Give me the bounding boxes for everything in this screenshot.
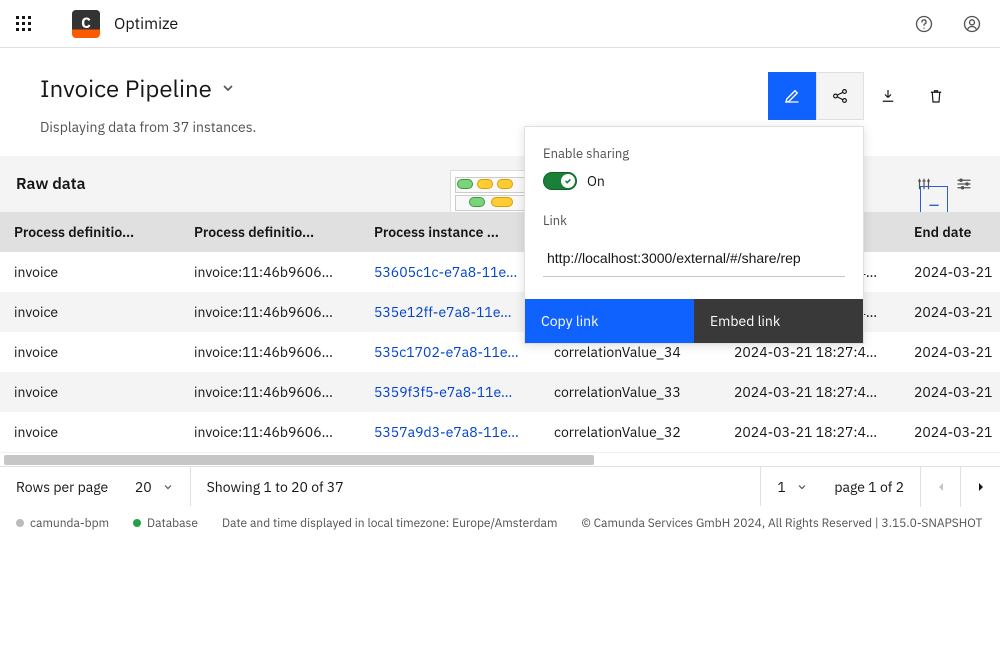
copy-link-button[interactable]: Copy link xyxy=(525,299,694,343)
rows-per-page-label: Rows per page xyxy=(16,478,108,496)
column-header[interactable]: End date xyxy=(900,212,1000,252)
column-header[interactable]: Process definitio… xyxy=(180,212,360,252)
table-cell: invoice xyxy=(0,252,180,292)
user-icon[interactable] xyxy=(952,4,992,44)
apps-grid-icon[interactable] xyxy=(8,8,40,40)
table-cell[interactable]: 535c1702-e7a8-11e… xyxy=(360,332,540,372)
table-cell: invoice xyxy=(0,372,180,412)
table-cell: 2024-03-21 xyxy=(900,412,1000,452)
table-cell: 2024-03-21 18:27:4… xyxy=(720,372,900,412)
horizontal-scrollbar[interactable] xyxy=(0,452,1000,466)
topbar: C Optimize xyxy=(0,0,1000,48)
column-header[interactable]: Process definitio… xyxy=(0,212,180,252)
prev-page-button[interactable] xyxy=(920,467,960,507)
range-text: Showing 1 to 20 of 37 xyxy=(207,478,344,496)
table-cell: invoice:11:46b9606… xyxy=(180,292,360,332)
footer: camunda-bpm Database Date and time displ… xyxy=(0,506,1000,540)
table-cell[interactable]: 5357a9d3-e7a8-11e… xyxy=(360,412,540,452)
table-cell: invoice:11:46b9606… xyxy=(180,332,360,372)
page-of-text: page 1 of 2 xyxy=(834,478,904,496)
edit-button[interactable] xyxy=(768,72,816,120)
chevron-down-icon[interactable] xyxy=(796,481,808,493)
copyright-text: © Camunda Services GmbH 2024, All Rights… xyxy=(581,516,982,531)
title-chevron-icon[interactable] xyxy=(220,80,236,96)
table-cell: 2024-03-21 xyxy=(900,292,1000,332)
toggle-state-label: On xyxy=(587,172,605,190)
timezone-text: Date and time displayed in local timezon… xyxy=(222,516,558,531)
table-cell: 2024-03-21 xyxy=(900,332,1000,372)
section-title: Raw data xyxy=(16,174,86,194)
table-cell: invoice xyxy=(0,412,180,452)
share-popover: Enable sharing On Link Copy link Embed l… xyxy=(524,126,864,344)
table-row: invoiceinvoice:11:46b9606…5357a9d3-e7a8-… xyxy=(0,412,1000,452)
table-cell[interactable]: 535e12ff-e7a8-11e… xyxy=(360,292,540,332)
table-cell: 2024-03-21 xyxy=(900,372,1000,412)
table-cell: invoice:11:46b9606… xyxy=(180,412,360,452)
table-cell: 2024-03-21 xyxy=(900,252,1000,292)
table-cell: invoice:11:46b9606… xyxy=(180,252,360,292)
pagination-bar: Rows per page 20 Showing 1 to 20 of 37 1… xyxy=(0,466,1000,506)
table-cell: 2024-03-21 18:27:4… xyxy=(720,412,900,452)
table-cell: correlationValue_33 xyxy=(540,372,720,412)
help-icon[interactable] xyxy=(904,4,944,44)
action-bar xyxy=(768,72,960,120)
table-cell: invoice xyxy=(0,332,180,372)
app-logo: C xyxy=(72,10,100,38)
chevron-down-icon[interactable] xyxy=(162,481,174,493)
sharing-toggle[interactable] xyxy=(543,172,577,190)
embed-link-button[interactable]: Embed link xyxy=(694,299,863,343)
table-cell: correlationValue_32 xyxy=(540,412,720,452)
download-button[interactable] xyxy=(864,72,912,120)
next-page-button[interactable] xyxy=(960,467,1000,507)
delete-button[interactable] xyxy=(912,72,960,120)
table-cell: invoice:11:46b9606… xyxy=(180,372,360,412)
app-name: Optimize xyxy=(114,14,178,34)
column-header[interactable]: Process instance … xyxy=(360,212,540,252)
settings-icon[interactable] xyxy=(944,164,984,204)
table-cell[interactable]: 53605c1c-e7a8-11e… xyxy=(360,252,540,292)
table-cell[interactable]: 5359f3f5-e7a8-11e… xyxy=(360,372,540,412)
table-row: invoiceinvoice:11:46b9606…5359f3f5-e7a8-… xyxy=(0,372,1000,412)
enable-sharing-label: Enable sharing xyxy=(543,145,845,162)
database-status: Database xyxy=(133,516,198,531)
rows-per-page-value[interactable]: 20 xyxy=(135,478,152,496)
share-button[interactable] xyxy=(816,72,864,120)
engine-status: camunda-bpm xyxy=(16,516,109,531)
page-title: Invoice Pipeline xyxy=(40,72,212,104)
share-link-input[interactable] xyxy=(543,239,845,277)
check-icon xyxy=(561,174,575,188)
table-cell: invoice xyxy=(0,292,180,332)
link-label: Link xyxy=(543,212,845,229)
page-number-value[interactable]: 1 xyxy=(777,478,785,496)
